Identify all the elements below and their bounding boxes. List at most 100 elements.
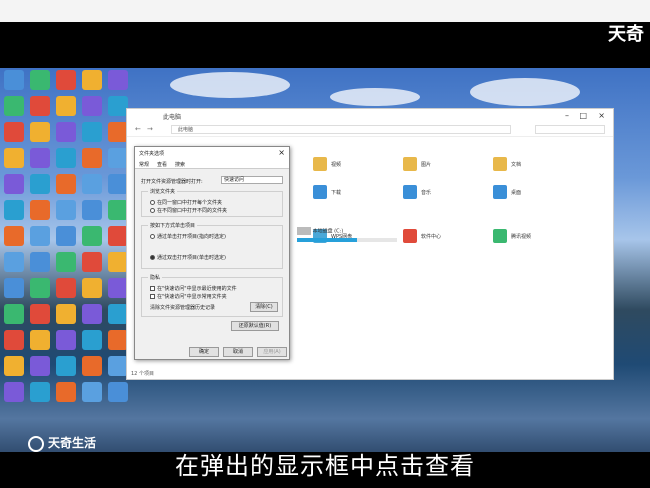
desktop-icon[interactable] xyxy=(82,226,102,246)
watermark-top: 天奇 xyxy=(608,24,644,45)
desktop-icon[interactable] xyxy=(108,122,128,142)
desktop-icon[interactable] xyxy=(30,382,50,402)
restore-defaults-button[interactable]: 还原默认值(R) xyxy=(231,321,279,331)
desktop-icon-grid xyxy=(4,70,134,408)
desktop-icon[interactable] xyxy=(4,200,24,220)
minimize-icon[interactable]: – xyxy=(565,111,569,120)
desktop-icon[interactable] xyxy=(108,252,128,272)
desktop-icon[interactable] xyxy=(108,96,128,116)
desktop-icon[interactable] xyxy=(82,278,102,298)
desktop-icon[interactable] xyxy=(56,382,76,402)
desktop-icon[interactable] xyxy=(108,278,128,298)
desktop-icon[interactable] xyxy=(82,252,102,272)
desktop-icon[interactable] xyxy=(82,382,102,402)
desktop-icon[interactable] xyxy=(4,356,24,376)
desktop-icon[interactable] xyxy=(4,174,24,194)
desktop-icon[interactable] xyxy=(30,330,50,350)
privacy-group-title: 隐私 xyxy=(148,274,163,281)
desktop-icon[interactable] xyxy=(56,200,76,220)
clear-button[interactable]: 清除(C) xyxy=(250,302,278,312)
desktop-icon[interactable] xyxy=(4,122,24,142)
desktop-icon[interactable] xyxy=(56,174,76,194)
desktop-icon[interactable] xyxy=(30,200,50,220)
forward-icon[interactable]: → xyxy=(147,125,153,133)
desktop-icon[interactable] xyxy=(4,96,24,116)
desktop-icon[interactable] xyxy=(82,330,102,350)
desktop-icon[interactable] xyxy=(4,148,24,168)
desktop-icon[interactable] xyxy=(30,356,50,376)
desktop-icon[interactable] xyxy=(82,70,102,90)
back-icon[interactable]: ← xyxy=(135,125,141,133)
desktop-icon[interactable] xyxy=(82,304,102,324)
desktop-icon[interactable] xyxy=(82,174,102,194)
apply-button[interactable]: 应用(A) xyxy=(257,347,287,357)
desktop-icon[interactable] xyxy=(30,278,50,298)
ok-button[interactable]: 确定 xyxy=(189,347,219,357)
desktop-icon[interactable] xyxy=(56,122,76,142)
desktop-icon[interactable] xyxy=(30,304,50,324)
desktop-icon[interactable] xyxy=(4,304,24,324)
address-bar[interactable]: 此电脑 xyxy=(171,125,511,134)
desktop-icon[interactable] xyxy=(30,226,50,246)
desktop-icon[interactable] xyxy=(30,96,50,116)
desktop-icon[interactable] xyxy=(82,200,102,220)
top-black-band xyxy=(0,22,650,68)
drive-c[interactable]: 本地磁盘 (C:) xyxy=(297,227,417,242)
desktop-icon[interactable] xyxy=(56,278,76,298)
close-icon[interactable]: × xyxy=(598,111,605,120)
desktop-icon[interactable] xyxy=(108,382,128,402)
tab-search[interactable]: 搜索 xyxy=(175,161,185,168)
desktop-icon[interactable] xyxy=(108,356,128,376)
search-input[interactable] xyxy=(535,125,605,134)
desktop-icon[interactable] xyxy=(108,148,128,168)
desktop-icon[interactable] xyxy=(4,278,24,298)
click-group: 按如下方式单击项目 通过单击打开项目(指向时选定) 通过双击打开项目(单击时选定… xyxy=(141,222,283,269)
desktop-icon[interactable] xyxy=(4,382,24,402)
desktop-icon[interactable] xyxy=(4,226,24,246)
desktop-icon[interactable] xyxy=(30,70,50,90)
desktop-icon[interactable] xyxy=(30,252,50,272)
desktop-icon[interactable] xyxy=(30,122,50,142)
click-option-1[interactable]: 通过单击打开项目(指向时选定) xyxy=(150,233,226,240)
desktop-icon[interactable] xyxy=(108,304,128,324)
desktop-icon[interactable] xyxy=(4,252,24,272)
tile-label: 视频 xyxy=(331,162,342,168)
maximize-icon[interactable]: □ xyxy=(579,111,587,120)
browse-option-2[interactable]: 在不同窗口中打开不同的文件夹 xyxy=(150,207,227,214)
cancel-button[interactable]: 取消 xyxy=(223,347,253,357)
desktop-icon[interactable] xyxy=(56,356,76,376)
folder-options-dialog[interactable]: 文件夹选项 × 常规 查看 搜索 打开文件资源管理器时打开: 快速访问 浏览文件… xyxy=(134,146,290,360)
privacy-option-1[interactable]: 在"快速访问"中显示最近使用的文件 xyxy=(150,285,237,292)
desktop-icon[interactable] xyxy=(56,148,76,168)
desktop-icon[interactable] xyxy=(56,226,76,246)
desktop-icon[interactable] xyxy=(30,148,50,168)
desktop-icon[interactable] xyxy=(82,356,102,376)
desktop-icon[interactable] xyxy=(108,200,128,220)
desktop-icon[interactable] xyxy=(82,122,102,142)
desktop-icon[interactable] xyxy=(56,96,76,116)
privacy-option-2[interactable]: 在"快速访问"中显示常用文件夹 xyxy=(150,293,227,300)
desktop-icon[interactable] xyxy=(108,70,128,90)
desktop-icon[interactable] xyxy=(30,174,50,194)
click-option-2[interactable]: 通过双击打开项目(单击时选定) xyxy=(150,254,226,261)
tab-view[interactable]: 查看 xyxy=(157,161,167,168)
status-bar: 12 个项目 xyxy=(131,371,154,377)
desktop-icon[interactable] xyxy=(108,174,128,194)
desktop-icon[interactable] xyxy=(108,330,128,350)
open-select[interactable]: 快速访问 xyxy=(221,176,283,184)
desktop-icon[interactable] xyxy=(82,148,102,168)
desktop-icon[interactable] xyxy=(82,96,102,116)
desktop-icon[interactable] xyxy=(56,330,76,350)
desktop-icon[interactable] xyxy=(108,226,128,246)
drive-icon xyxy=(297,227,311,235)
tab-general[interactable]: 常规 xyxy=(139,161,149,168)
desktop-icon[interactable] xyxy=(56,304,76,324)
tile-label: 文档 xyxy=(511,162,522,168)
desktop-icon[interactable] xyxy=(4,330,24,350)
desktop-icon[interactable] xyxy=(56,70,76,90)
folder-icon xyxy=(403,157,417,171)
desktop-icon[interactable] xyxy=(56,252,76,272)
dialog-close-icon[interactable]: × xyxy=(278,148,285,157)
browse-option-1[interactable]: 在同一窗口中打开每个文件夹 xyxy=(150,199,222,206)
desktop-icon[interactable] xyxy=(4,70,24,90)
